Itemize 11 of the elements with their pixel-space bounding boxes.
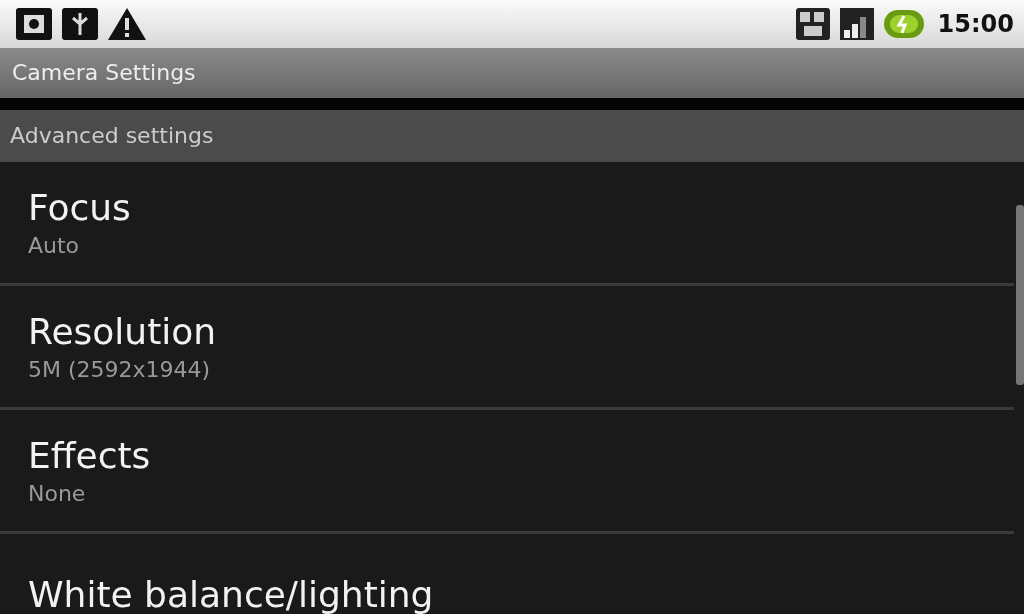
window-title: Camera Settings	[11, 59, 197, 87]
warning-icon	[106, 6, 148, 42]
preference-item[interactable]: White balance/lighting	[0, 534, 1014, 614]
preference-item[interactable]: Focus Auto	[0, 162, 1014, 286]
sd-card-icon	[14, 6, 54, 42]
clock-time: 15:00	[937, 10, 1014, 38]
section-header: Advanced settings	[0, 110, 1024, 162]
preference-item[interactable]: Resolution 5M (2592x1944)	[0, 286, 1014, 410]
signal-icon	[837, 6, 876, 42]
preference-item[interactable]: Effects None	[0, 410, 1014, 534]
usb-icon	[60, 6, 100, 42]
